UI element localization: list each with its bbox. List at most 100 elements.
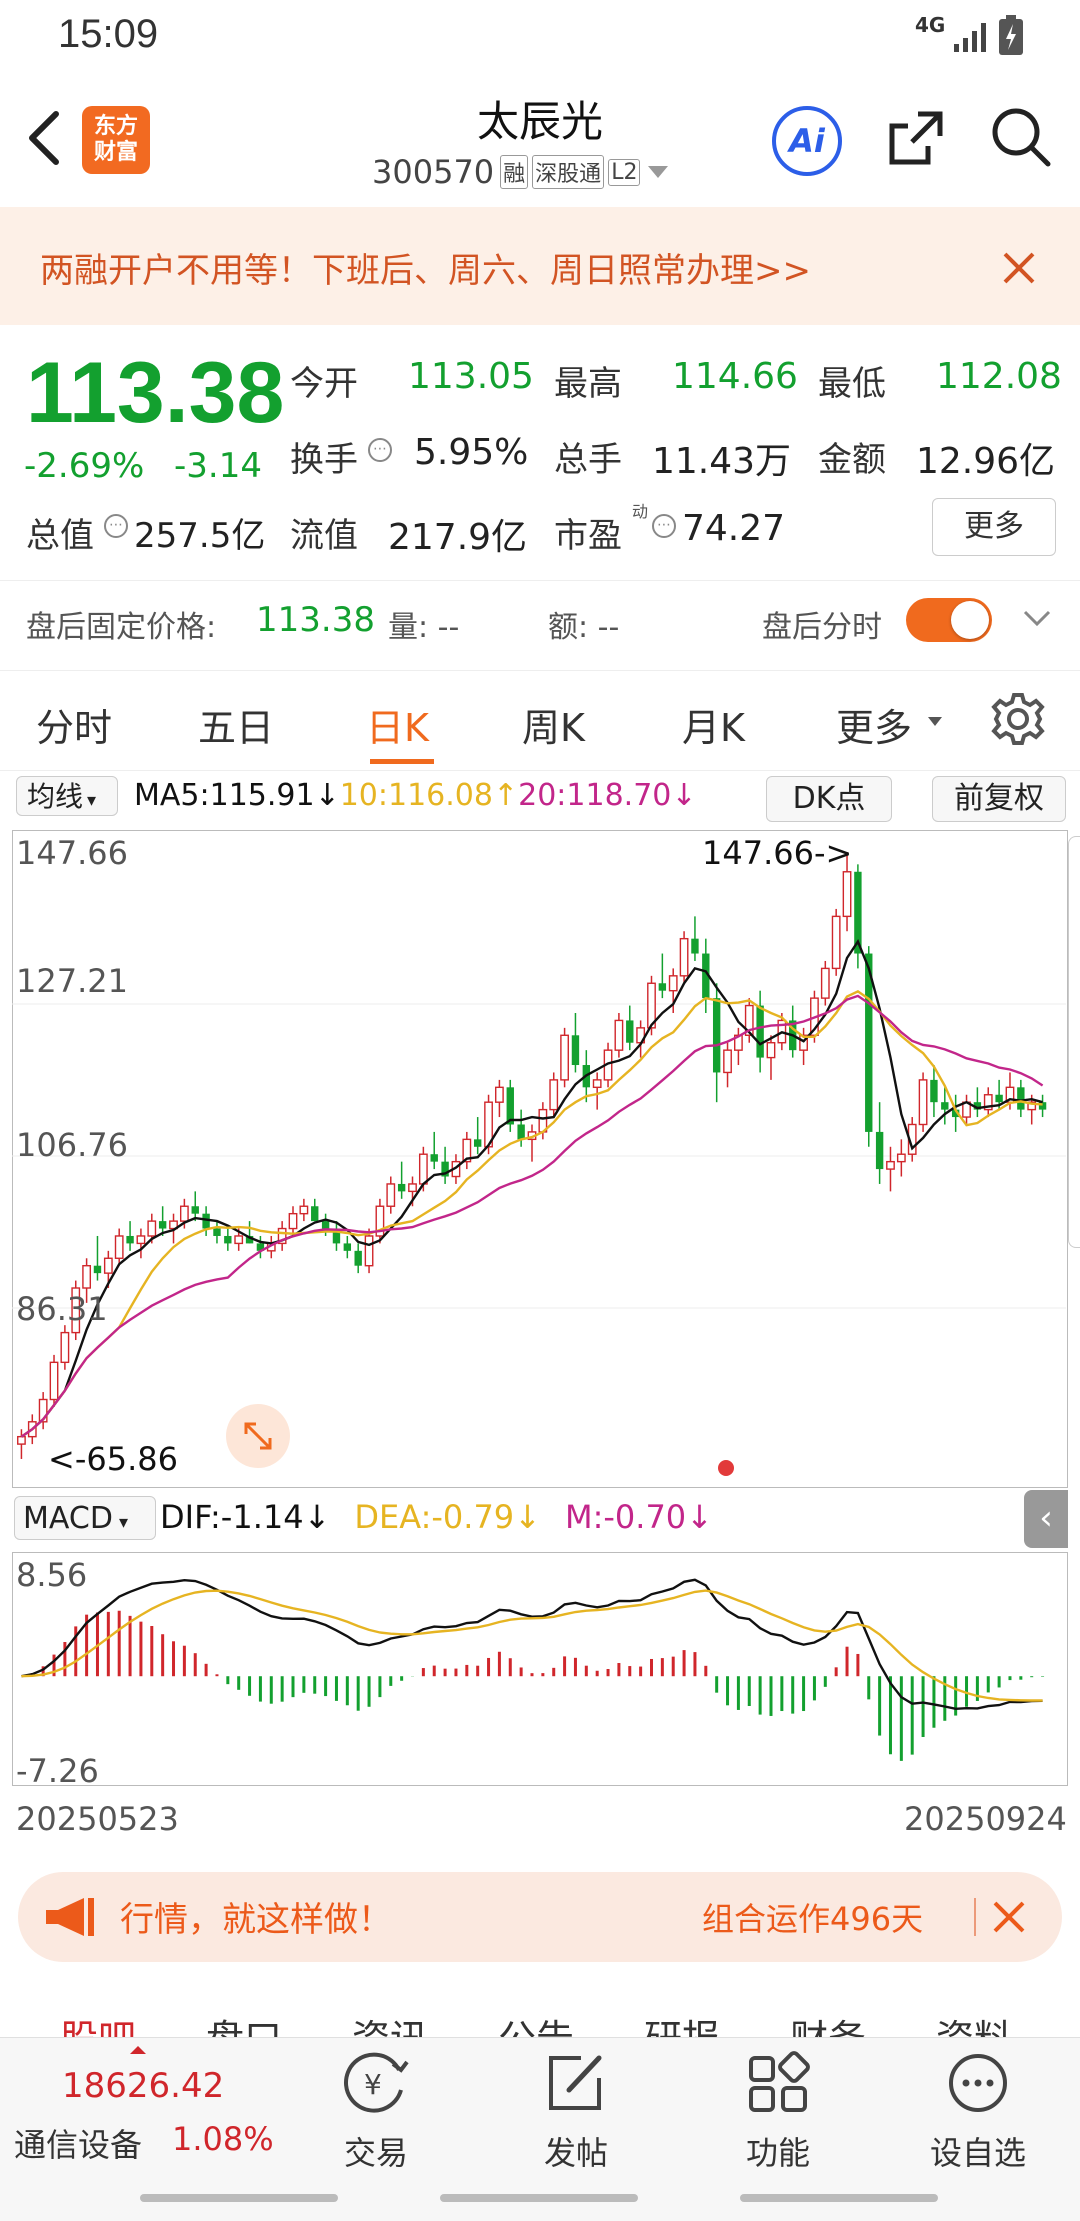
battery-icon <box>999 15 1023 55</box>
candle-body <box>386 1183 396 1207</box>
candle-body <box>820 967 830 999</box>
tag-connect: 深股通 <box>532 155 605 189</box>
candle-body <box>224 1235 232 1244</box>
search-icon[interactable] <box>988 104 1054 170</box>
candle-body <box>1017 1087 1025 1110</box>
yuan-circle-icon: ¥ <box>344 2052 409 2113</box>
ma-select[interactable]: 均线 ▾ <box>16 776 118 816</box>
after-hours-amount: 额: -- <box>548 610 620 645</box>
edit-icon <box>549 2055 602 2110</box>
candle-body <box>136 1235 146 1245</box>
more-button[interactable]: 更多 <box>932 498 1056 556</box>
adjust-button[interactable]: 前复权 <box>932 776 1066 822</box>
ma5-value: MA5:115.91 <box>134 778 315 813</box>
sector-index-value[interactable]: 18626.42 <box>62 2066 224 2106</box>
candle-body <box>918 1079 928 1126</box>
side-drawer-handle[interactable] <box>1068 836 1080 1248</box>
chevron-down-icon[interactable] <box>1022 608 1052 628</box>
candle-body <box>321 1221 330 1229</box>
megaphone-icon <box>46 1898 94 1936</box>
nav-functions[interactable]: 功能 <box>698 2050 858 2174</box>
candle-body <box>114 1235 124 1259</box>
event-marker-dot[interactable] <box>718 1460 734 1476</box>
candle-body <box>571 1035 580 1066</box>
macd-histogram <box>30 1610 1045 1761</box>
m-value: M:-0.70 <box>564 1498 687 1536</box>
up-arrow-icon <box>130 2046 146 2054</box>
tab-daily-k[interactable]: 日K <box>366 697 429 752</box>
macd-chart[interactable] <box>12 1552 1066 1784</box>
after-hours-price: 113.38 <box>256 600 375 640</box>
sector-change[interactable]: 1.08% <box>172 2120 274 2158</box>
tab-more[interactable]: 更多 <box>836 697 912 752</box>
candle-body <box>430 1154 438 1162</box>
stock-code-row[interactable]: 300570 融 深股通 L2 <box>372 152 669 192</box>
gear-icon[interactable] <box>990 691 1046 747</box>
tab-intraday[interactable]: 分时 <box>36 697 112 752</box>
candle-body <box>560 1034 569 1081</box>
close-icon[interactable] <box>992 1900 1026 1934</box>
adjust-label: 前复权 <box>954 781 1044 816</box>
candle-body <box>473 1139 482 1147</box>
current-price: 113.38 <box>26 345 285 441</box>
kline-chart[interactable] <box>12 830 1066 1486</box>
candle-body <box>311 1206 319 1222</box>
info-icon[interactable]: ⋯ <box>652 514 676 538</box>
ma20-line <box>20 994 1044 1438</box>
candle-body <box>288 1212 298 1230</box>
promo-banner[interactable]: 两融开户不用等！下班后、周六、周日照常办理>> <box>0 207 1080 325</box>
nav-trade-label: 交易 <box>343 2134 408 2172</box>
candle-body <box>93 1265 102 1274</box>
candle-body <box>549 1079 559 1111</box>
candle-body <box>831 915 841 970</box>
pe-superscript: 动 <box>632 502 649 521</box>
nav-post[interactable]: 发帖 <box>496 2050 656 2174</box>
nav-trade[interactable]: ¥ 交易 <box>296 2050 456 2174</box>
subtab-research[interactable]: 研报 <box>644 2008 720 2038</box>
ai-assistant-button[interactable]: Ai <box>772 106 842 176</box>
candle-body <box>886 1160 895 1170</box>
min-annotation: <-65.86 <box>48 1440 178 1478</box>
subtab-news[interactable]: 资讯 <box>352 2008 428 2038</box>
subtab-profile[interactable]: 资料 <box>936 2008 1012 2038</box>
candle-body <box>842 871 852 918</box>
expand-button[interactable] <box>226 1404 290 1468</box>
candle-body <box>766 1042 776 1059</box>
candle-body <box>191 1206 199 1214</box>
change-amount: -3.14 <box>174 446 262 486</box>
candle-body <box>364 1235 374 1267</box>
sector-name[interactable]: 通信设备 <box>14 2120 142 2166</box>
close-icon[interactable] <box>1002 251 1036 285</box>
after-hours-toggle[interactable] <box>906 598 992 642</box>
candle-body <box>712 998 721 1073</box>
dea-arrow: ↓ <box>514 1498 541 1536</box>
kline-ma-lines <box>20 939 1044 1438</box>
collapse-panel-button[interactable]: ‹ <box>1024 1490 1068 1548</box>
tab-five-day[interactable]: 五日 <box>198 697 274 752</box>
nav-watchlist[interactable]: 设自选 <box>898 2050 1058 2174</box>
candle-body <box>592 1079 602 1089</box>
indicator-select[interactable]: MACD ▾ <box>14 1496 156 1540</box>
status-time: 15:09 <box>58 12 159 56</box>
strategy-banner[interactable]: 行情，就这样做！ 组合运作496天 <box>18 1872 1062 1962</box>
subtab-announcements[interactable]: 公告 <box>498 2008 574 2038</box>
tab-weekly-k[interactable]: 周K <box>522 697 585 752</box>
nav-functions-label: 功能 <box>745 2134 810 2172</box>
network-indicator: 4G <box>915 13 946 37</box>
ai-label: Ai <box>789 122 825 160</box>
y-tick-1: 147.66 <box>16 834 128 872</box>
candle-body <box>126 1235 134 1244</box>
info-icon[interactable]: ⋯ <box>368 438 392 462</box>
subtab-orderbook[interactable]: 盘口 <box>206 2008 282 2038</box>
open-value: 113.05 <box>408 356 534 397</box>
dk-point-button[interactable]: DK点 <box>766 776 892 822</box>
subtab-finance[interactable]: 财务 <box>790 2008 866 2038</box>
bottom-nav: 18626.42 通信设备 1.08% ¥ 交易 发帖 功能 设自选 <box>0 2037 1080 2221</box>
divider <box>0 770 1080 771</box>
after-hours-toggle-label: 盘后分时 <box>762 610 882 645</box>
info-icon[interactable]: ⋯ <box>104 514 128 538</box>
candle-body <box>49 1361 59 1401</box>
subtab-guba[interactable]: 股吧 <box>60 2008 136 2038</box>
tab-monthly-k[interactable]: 月K <box>682 697 745 752</box>
share-icon[interactable] <box>884 106 948 170</box>
